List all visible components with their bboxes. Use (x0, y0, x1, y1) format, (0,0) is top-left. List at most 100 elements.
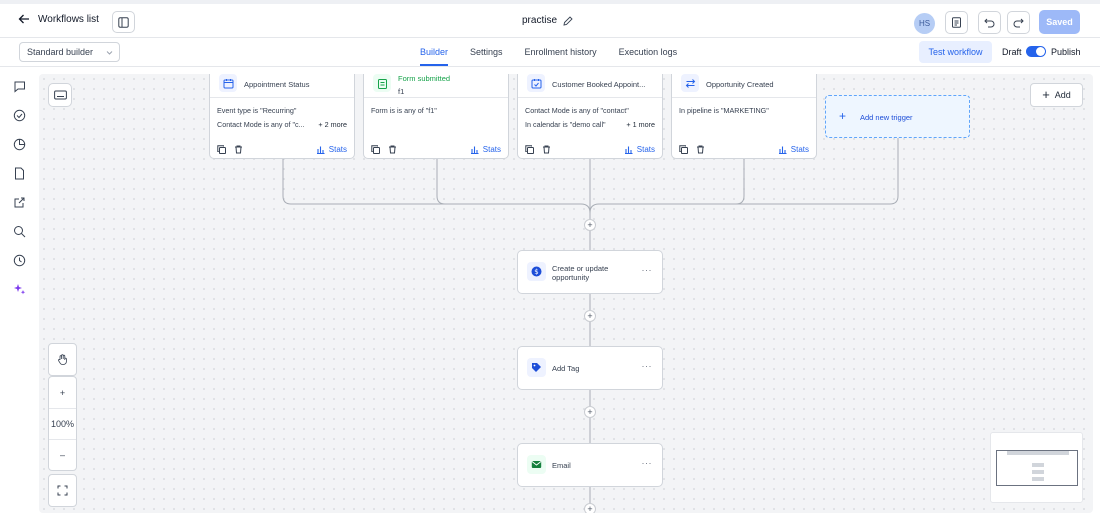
keyboard-icon (53, 90, 67, 100)
zoom-level: 100% (49, 408, 76, 439)
swap-arrows-icon (681, 74, 699, 92)
workflow-canvas[interactable]: + Add Appointment Status Event type is "… (39, 74, 1093, 513)
plus-icon: + (839, 109, 847, 123)
copy-icon[interactable] (371, 145, 380, 154)
notes-button[interactable] (945, 11, 968, 34)
copy-icon[interactable] (525, 145, 534, 154)
trigger-actions (679, 145, 705, 154)
redo-icon (1013, 18, 1024, 28)
copy-icon[interactable] (217, 145, 226, 154)
bar-chart-icon (316, 146, 325, 154)
keyboard-shortcuts-button[interactable] (48, 83, 72, 107)
tab-enrollment-history[interactable]: Enrollment history (525, 38, 597, 66)
tab-execution-logs[interactable]: Execution logs (619, 38, 678, 66)
more-conditions-badge[interactable]: + 2 more (318, 120, 347, 129)
add-new-trigger-label: Add new trigger (860, 113, 913, 122)
avatar[interactable]: HS (914, 13, 935, 34)
bar-chart-icon (624, 146, 633, 154)
trigger-card-opportunity-created[interactable]: Opportunity Created In pipeline is "MARK… (671, 74, 817, 159)
tag-icon (527, 358, 546, 377)
more-options-icon[interactable]: ··· (642, 361, 653, 371)
top-bar: Workflows list practise HS Saved (0, 0, 1100, 38)
builder-mode-select[interactable]: Standard builder (19, 42, 120, 62)
insert-step-button[interactable]: + (584, 219, 596, 231)
workflow-title[interactable]: practise (522, 15, 573, 26)
add-node-button[interactable]: + Add (1030, 83, 1083, 107)
tab-builder[interactable]: Builder (420, 38, 449, 66)
trigger-title: Form submitted (398, 74, 451, 83)
history-icon[interactable] (13, 254, 26, 267)
fit-screen-icon[interactable] (49, 475, 76, 506)
check-circle-icon[interactable] (13, 109, 26, 122)
ai-sparkle-icon[interactable] (13, 283, 26, 296)
copy-icon[interactable] (679, 145, 688, 154)
zoom-out-button[interactable]: – (49, 439, 76, 470)
action-node-email[interactable]: Email ··· (517, 443, 663, 487)
sidebar-toggle-button[interactable] (112, 11, 135, 33)
trash-icon[interactable] (388, 145, 397, 154)
trigger-condition: In calendar is "demo call" (525, 120, 606, 129)
trigger-card-customer-booked[interactable]: Customer Booked Appoint... Contact Mode … (517, 74, 663, 159)
publish-toggle[interactable] (1026, 46, 1046, 57)
stats-label: Stats (636, 145, 655, 154)
redo-button[interactable] (1007, 11, 1030, 34)
sub-bar: Standard builder Builder Settings Enroll… (0, 38, 1100, 67)
trash-icon[interactable] (696, 145, 705, 154)
test-workflow-button[interactable]: Test workflow (919, 41, 992, 63)
pie-chart-icon[interactable] (13, 138, 26, 151)
trigger-condition: Contact Mode is any of "contact" (525, 106, 629, 115)
more-options-icon[interactable]: ··· (642, 265, 653, 275)
insert-step-button[interactable]: + (584, 406, 596, 418)
insert-step-button[interactable]: + (584, 503, 596, 513)
stats-label: Stats (790, 145, 809, 154)
search-icon[interactable] (13, 225, 26, 238)
stats-link[interactable]: Stats (470, 145, 501, 154)
divider (364, 97, 508, 98)
stats-link[interactable]: Stats (624, 145, 655, 154)
document-list-icon (952, 17, 961, 28)
chat-icon[interactable] (13, 80, 26, 93)
more-conditions-badge[interactable]: + 1 more (626, 120, 655, 129)
insert-step-button[interactable]: + (584, 310, 596, 322)
pencil-icon[interactable] (563, 15, 573, 26)
more-options-icon[interactable]: ··· (642, 458, 653, 468)
zoom-in-button[interactable]: + (49, 377, 76, 408)
trigger-actions (525, 145, 551, 154)
pan-tool-button[interactable] (48, 343, 77, 376)
stats-label: Stats (482, 145, 501, 154)
stats-link[interactable]: Stats (778, 145, 809, 154)
divider (210, 97, 354, 98)
mail-icon (527, 455, 546, 474)
trigger-title: Customer Booked Appoint... (552, 80, 646, 89)
trash-icon[interactable] (542, 145, 551, 154)
trigger-title: Appointment Status (244, 80, 310, 89)
fit-view-button[interactable] (48, 474, 77, 507)
tab-bar: Builder Settings Enrollment history Exec… (420, 38, 699, 66)
back-to-workflows-link[interactable]: Workflows list (18, 13, 99, 25)
add-new-trigger-button[interactable]: + Add new trigger (825, 95, 970, 138)
divider (672, 97, 816, 98)
tab-settings[interactable]: Settings (470, 38, 503, 66)
trigger-condition: Event type is "Recurring" (217, 106, 297, 115)
hand-icon[interactable] (49, 344, 76, 375)
external-link-icon[interactable] (13, 196, 26, 209)
minimap[interactable] (990, 432, 1083, 503)
undo-button[interactable] (978, 11, 1001, 34)
saved-button[interactable]: Saved (1039, 10, 1080, 34)
trigger-title: Opportunity Created (706, 80, 774, 89)
zoom-controls: + 100% – (48, 376, 77, 471)
trigger-card-appointment-status[interactable]: Appointment Status Event type is "Recurr… (209, 74, 355, 159)
trigger-card-form-submitted[interactable]: Form submitted f1 Form is is any of "f1"… (363, 74, 509, 159)
trash-icon[interactable] (234, 145, 243, 154)
chevron-down-icon (106, 51, 113, 55)
action-node-create-opportunity[interactable]: $ Create or update opportunity ··· (517, 250, 663, 294)
bar-chart-icon (778, 146, 787, 154)
action-node-add-tag[interactable]: Add Tag ··· (517, 346, 663, 390)
document-icon[interactable] (13, 167, 26, 180)
panel-icon (118, 16, 129, 28)
trigger-condition: Contact Mode is any of "c... (217, 120, 305, 129)
minimap-viewport[interactable] (996, 450, 1078, 486)
dollar-icon: $ (527, 262, 546, 281)
clipboard-icon (373, 74, 391, 92)
stats-link[interactable]: Stats (316, 145, 347, 154)
